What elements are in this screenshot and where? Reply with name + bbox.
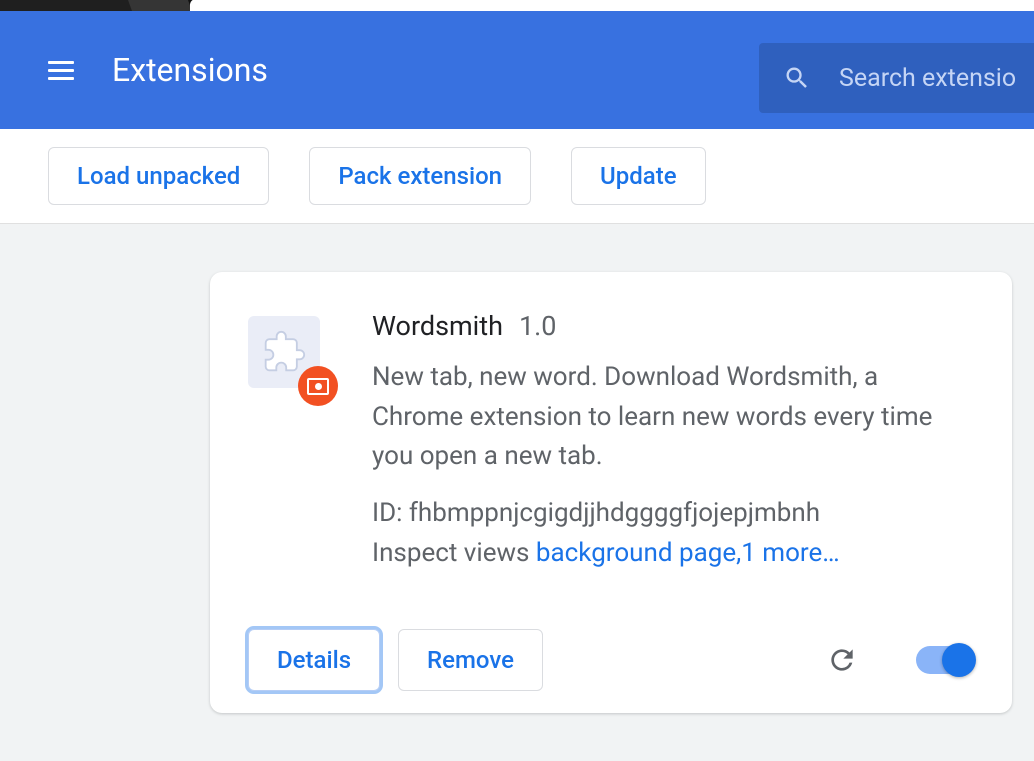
update-button[interactable]: Update (571, 147, 706, 205)
developer-toolbar: Load unpacked Pack extension Update (0, 129, 1034, 224)
extension-id-label: ID: (372, 498, 409, 528)
enable-toggle[interactable] (916, 646, 974, 674)
search-input[interactable] (839, 64, 1034, 93)
extension-id-row: ID: fhbmppnjcgigdjjhdggggfjojepjmbnh (372, 493, 974, 533)
remove-button[interactable]: Remove (398, 629, 543, 691)
inspect-views-link[interactable]: background page,1 more… (536, 538, 840, 568)
browser-chrome-top (0, 0, 1034, 11)
extension-description: New tab, new word. Download Wordsmith, a… (372, 358, 974, 477)
browser-tab-fragment (128, 0, 192, 11)
extension-name: Wordsmith (372, 310, 503, 342)
search-icon (783, 64, 811, 92)
inspect-views-label: Inspect views (372, 538, 536, 568)
pack-extension-button[interactable]: Pack extension (309, 147, 531, 205)
reload-icon[interactable] (826, 644, 858, 676)
extension-version: 1.0 (519, 310, 556, 342)
search-box[interactable] (759, 43, 1034, 113)
extensions-list: Wordsmith 1.0 New tab, new word. Downloa… (0, 224, 1034, 761)
details-button[interactable]: Details (248, 629, 380, 691)
extension-icon-container (248, 316, 320, 388)
hamburger-menu-icon[interactable] (48, 56, 76, 84)
page-title: Extensions (112, 51, 268, 89)
toggle-knob (942, 643, 976, 677)
page-header: Extensions (0, 11, 1034, 129)
extension-card: Wordsmith 1.0 New tab, new word. Downloa… (210, 272, 1012, 713)
load-unpacked-button[interactable]: Load unpacked (48, 147, 269, 205)
inspect-views-row: Inspect views background page,1 more… (372, 533, 974, 573)
extension-id-value: fhbmppnjcgigdjjhdggggfjojepjmbnh (409, 498, 820, 528)
dev-mode-badge-icon (298, 366, 338, 406)
